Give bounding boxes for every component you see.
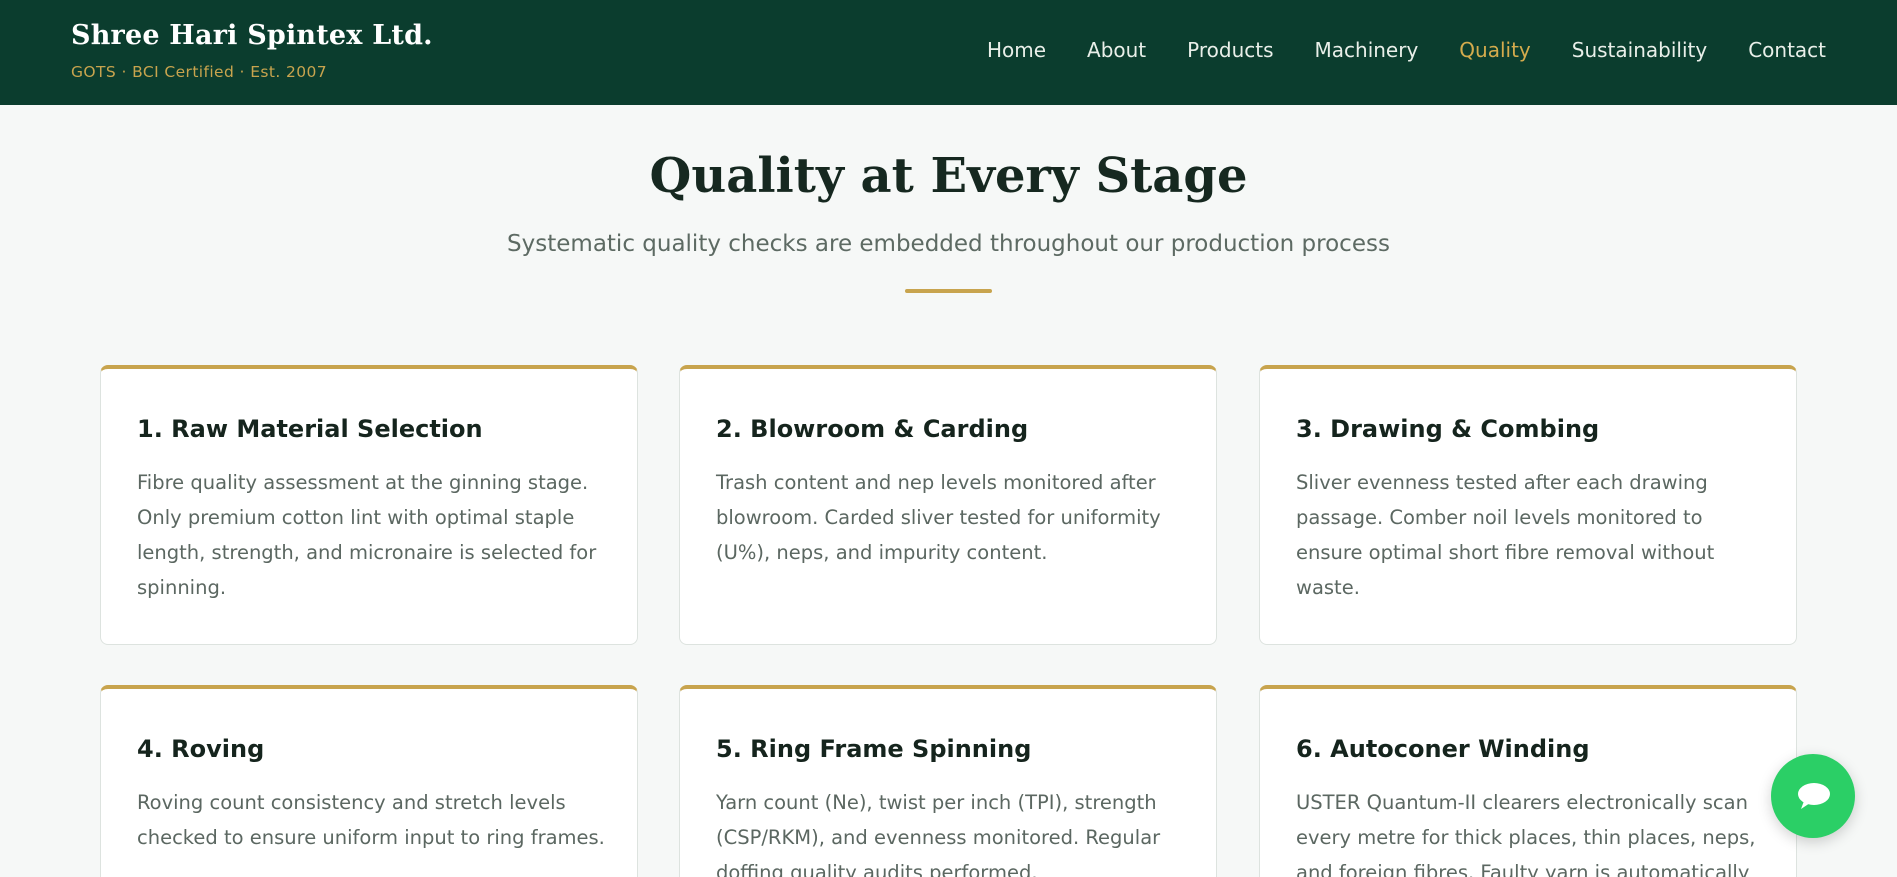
section-divider <box>905 289 992 293</box>
quality-card-roving: 4. Roving Roving count consistency and s… <box>100 685 638 877</box>
chat-bubble-icon <box>1798 783 1830 809</box>
quality-card-ring-frame: 5. Ring Frame Spinning Yarn count (Ne), … <box>679 685 1217 877</box>
section-title: Quality at Every Stage <box>649 148 1248 204</box>
card-text: Roving count consistency and stretch lev… <box>137 791 605 849</box>
brand[interactable]: Shree Hari Spintex Ltd. GOTS · BCI Certi… <box>71 20 433 81</box>
main-nav: Home About Products Machinery Quality Su… <box>987 38 1826 62</box>
card-title: 1. Raw Material Selection <box>137 415 483 443</box>
nav-quality[interactable]: Quality <box>1459 38 1530 62</box>
quality-card-blowroom: 2. Blowroom & Carding Trash content and … <box>679 365 1217 645</box>
nav-products[interactable]: Products <box>1187 38 1273 62</box>
quality-card-raw-material: 1. Raw Material Selection Fibre quality … <box>100 365 638 645</box>
nav-machinery[interactable]: Machinery <box>1315 38 1419 62</box>
card-title: 4. Roving <box>137 735 265 763</box>
quality-card-drawing: 3. Drawing & Combing Sliver evenness tes… <box>1259 365 1797 645</box>
card-text: USTER Quantum-II clearers electronically… <box>1296 791 1756 877</box>
nav-contact[interactable]: Contact <box>1748 38 1826 62</box>
card-title: 3. Drawing & Combing <box>1296 415 1600 443</box>
card-text: Sliver evenness tested after each drawin… <box>1296 471 1715 599</box>
site-header: Shree Hari Spintex Ltd. GOTS · BCI Certi… <box>0 0 1897 105</box>
nav-about[interactable]: About <box>1087 38 1146 62</box>
card-title: 2. Blowroom & Carding <box>716 415 1029 443</box>
nav-home[interactable]: Home <box>987 38 1046 62</box>
brand-tagline: GOTS · BCI Certified · Est. 2007 <box>71 63 328 81</box>
card-text: Trash content and nep levels monitored a… <box>716 471 1161 564</box>
card-title: 5. Ring Frame Spinning <box>716 735 1032 763</box>
card-text: Yarn count (Ne), twist per inch (TPI), s… <box>716 791 1161 877</box>
section-subtitle: Systematic quality checks are embedded t… <box>507 231 1390 257</box>
card-text: Fibre quality assessment at the ginning … <box>137 471 597 599</box>
brand-name: Shree Hari Spintex Ltd. <box>71 20 433 51</box>
quality-card-autoconer: 6. Autoconer Winding USTER Quantum-II cl… <box>1259 685 1797 877</box>
chat-button[interactable] <box>1771 754 1855 838</box>
nav-sustainability[interactable]: Sustainability <box>1572 38 1707 62</box>
card-title: 6. Autoconer Winding <box>1296 735 1590 763</box>
